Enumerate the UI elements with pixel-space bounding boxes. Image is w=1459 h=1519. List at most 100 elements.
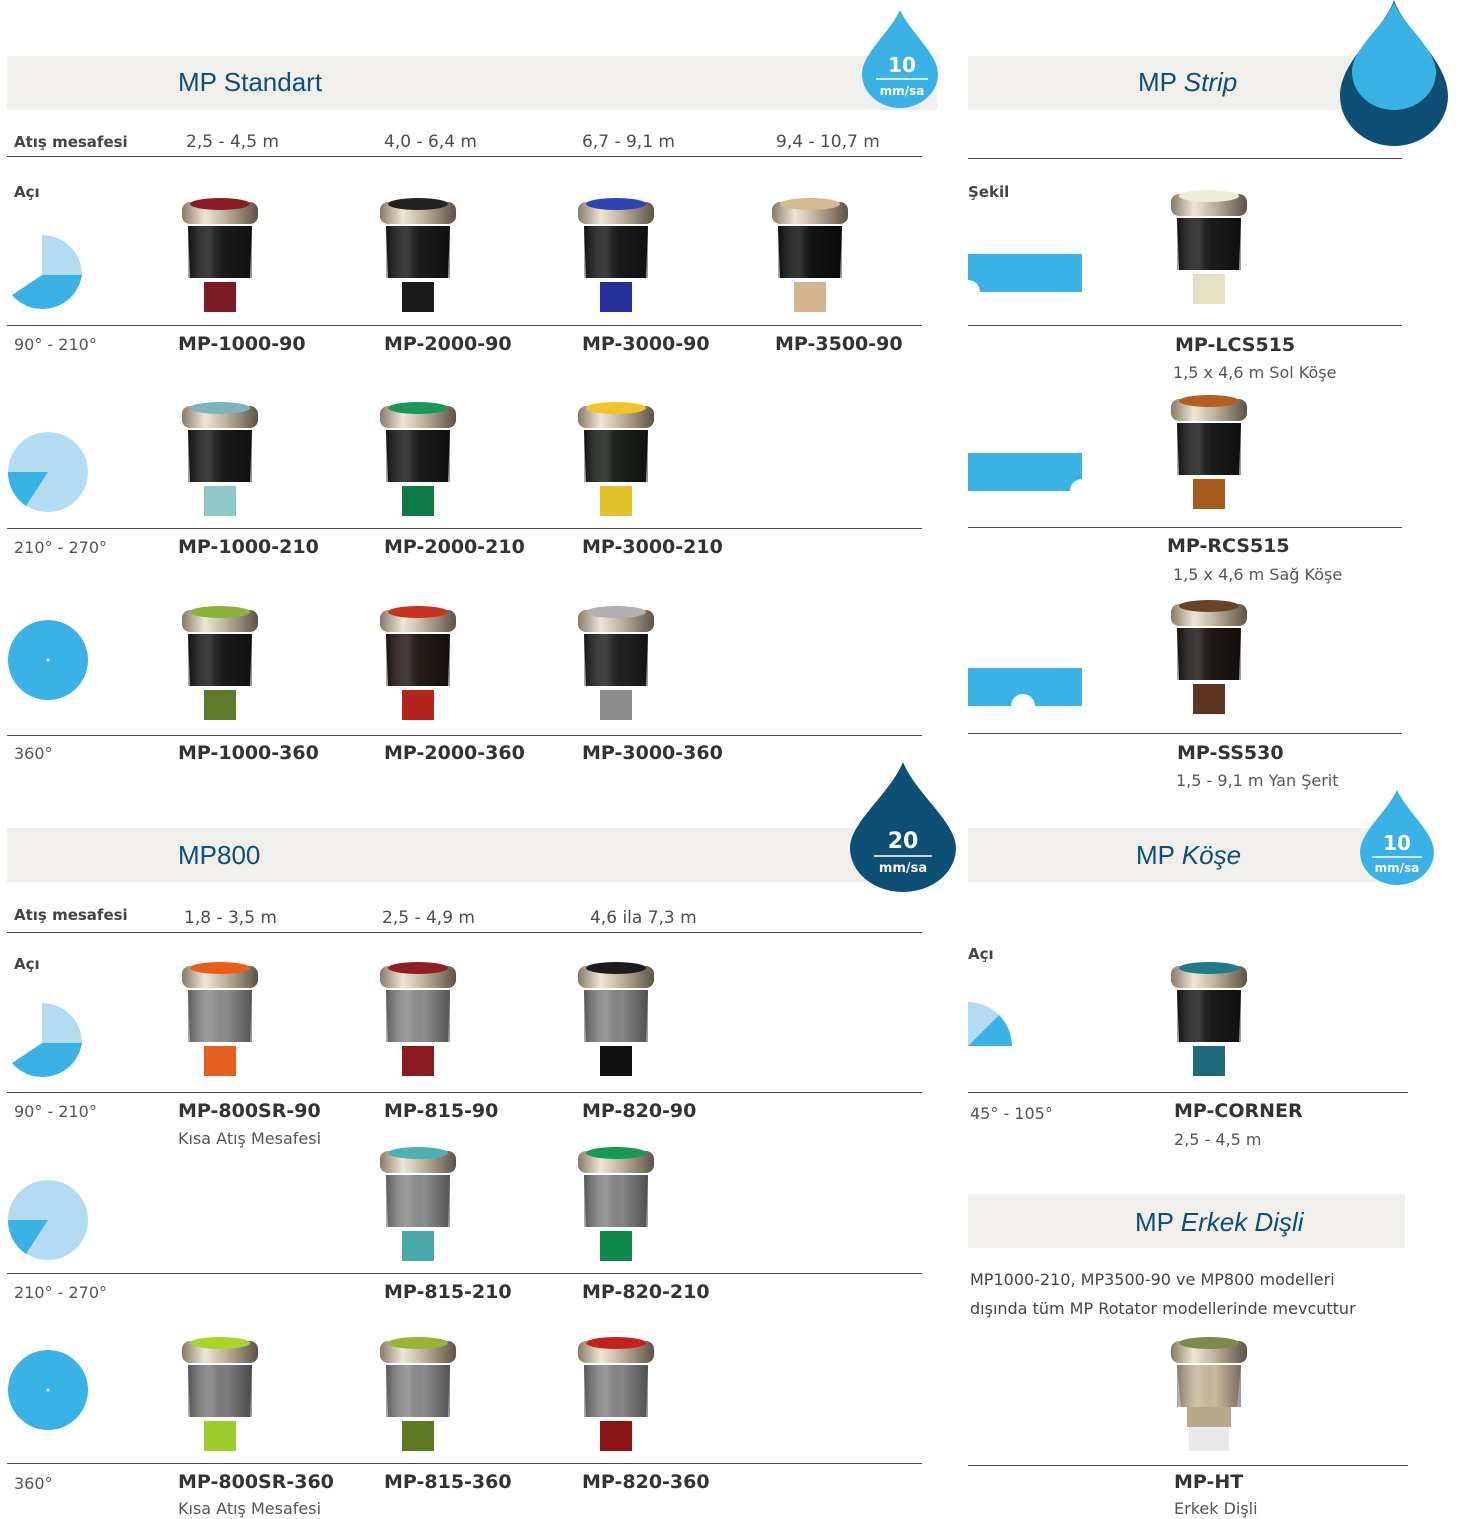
std-row1-angle: 90° - 210° — [14, 335, 97, 354]
model-mp-815-360: MP-815-360 — [384, 1471, 512, 1493]
male-desc-line1: MP1000-210, MP3500-90 ve MP800 modelleri — [970, 1270, 1335, 1289]
nozzle-mp-1000-360 — [182, 606, 258, 720]
mp800-range-label: Atış mesafesi — [14, 906, 128, 924]
model-mp-1000-90: MP-1000-90 — [178, 333, 306, 355]
mp800-rate-drop-icon: 20 mm/sa — [850, 762, 956, 892]
mp800-range-2: 2,5 - 4,9 m — [382, 908, 475, 928]
mp800-row2-divider — [7, 1273, 922, 1274]
male-title: MP Erkek Dişli — [1135, 1207, 1304, 1237]
mp-corner-sub: 2,5 - 4,5 m — [1174, 1130, 1262, 1149]
nozzle-mp-lcs515 — [1171, 190, 1247, 304]
mp800-range-3: 4,6 ila 7,3 m — [590, 908, 697, 928]
mp800-range-divider — [7, 932, 922, 933]
std-drop-unit: mm/sa — [880, 84, 925, 98]
mp-800sr-90-sub: Kısa Atış Mesafesi — [178, 1129, 322, 1148]
corner-rate-drop-icon: 10 mm/sa — [1360, 790, 1434, 885]
mp800-drop-value: 20 — [888, 829, 919, 854]
nozzle-mp-3000-360 — [578, 606, 654, 720]
nozzle-mp-800sr-360 — [182, 1337, 258, 1451]
std-angle-label: Açı — [14, 183, 40, 201]
model-mp-800sr-360: MP-800SR-360 — [178, 1471, 334, 1493]
mp-rcs515-sub: 1,5 x 4,6 m Sağ Köşe — [1173, 565, 1343, 584]
strip-rate-drop-icon — [1340, 0, 1448, 146]
model-mp-ss530: MP-SS530 — [1177, 742, 1284, 764]
corner-divider — [968, 1092, 1408, 1093]
model-mp-corner: MP-CORNER — [1174, 1100, 1303, 1122]
model-mp-1000-360: MP-1000-360 — [178, 742, 319, 764]
mp-lcs515-sub: 1,5 x 4,6 m Sol Köşe — [1173, 363, 1337, 382]
corner-drop-unit: mm/sa — [1375, 861, 1420, 875]
std-range-1: 2,5 - 4,5 m — [186, 132, 279, 152]
model-mp-820-360: MP-820-360 — [582, 1471, 710, 1493]
nozzle-mp-820-90 — [578, 962, 654, 1076]
nozzle-mp-820-210 — [578, 1147, 654, 1261]
model-mp-2000-90: MP-2000-90 — [384, 333, 512, 355]
model-mp-820-210: MP-820-210 — [582, 1281, 710, 1303]
nozzle-mp-rcs515 — [1171, 395, 1247, 509]
std-row3-divider — [7, 735, 922, 736]
std-title: MP Standart — [178, 67, 323, 97]
mp800-row2-angle: 210° - 270° — [14, 1283, 108, 1302]
mp800-row1-divider — [7, 1092, 922, 1093]
model-mp-lcs515: MP-LCS515 — [1175, 334, 1296, 356]
mp800-row1-angle: 90° - 210° — [14, 1102, 97, 1121]
strip-row2-divider — [968, 527, 1402, 528]
corner-drop-value: 10 — [1383, 831, 1411, 855]
male-desc-line2: dışında tüm MP Rotator modellerinde mevc… — [970, 1299, 1356, 1318]
model-mp-1000-210: MP-1000-210 — [178, 536, 319, 558]
model-mp-800sr-90: MP-800SR-90 — [178, 1100, 321, 1122]
model-mp-3000-360: MP-3000-360 — [582, 742, 723, 764]
mp800-title-bar — [7, 828, 937, 882]
std-drop-value: 10 — [888, 53, 916, 77]
strip-top-divider — [968, 158, 1402, 159]
angle-360-icon — [8, 620, 88, 700]
nozzle-mp-3500-90 — [772, 198, 848, 312]
angle-45-105-icon — [968, 1002, 1012, 1046]
nozzle-mp-1000-210 — [182, 402, 258, 516]
nozzle-mp-2000-210 — [380, 402, 456, 516]
nozzle-mp-3000-90 — [578, 198, 654, 312]
std-row3-angle: 360° — [14, 744, 53, 763]
mp800-drop-unit: mm/sa — [879, 861, 927, 876]
nozzle-mp-2000-360 — [380, 606, 456, 720]
strip-title: MP Strip — [1138, 67, 1238, 97]
nozzle-mp-800sr-90 — [182, 962, 258, 1076]
model-mp-ht: MP-HT — [1174, 1471, 1244, 1493]
std-row2-angle: 210° - 270° — [14, 538, 108, 557]
model-mp-rcs515: MP-RCS515 — [1167, 535, 1290, 557]
model-mp-2000-210: MP-2000-210 — [384, 536, 525, 558]
angle-90-210-icon — [12, 235, 82, 310]
male-divider — [968, 1465, 1408, 1466]
shape-right-corner-icon — [968, 453, 1082, 491]
nozzle-mp-815-360 — [380, 1337, 456, 1451]
std-row1-divider — [7, 325, 922, 326]
model-mp-2000-360: MP-2000-360 — [384, 742, 525, 764]
strip-shape-label: Şekil — [968, 183, 1010, 201]
nozzle-mp-2000-90 — [380, 198, 456, 312]
mp800-angle-label: Açı — [14, 955, 40, 973]
strip-row3-divider — [968, 733, 1402, 734]
angle-210-270-icon — [8, 432, 88, 512]
nozzle-mp-ss530 — [1171, 600, 1247, 714]
mp800-row3-divider — [7, 1463, 922, 1464]
nozzle-mp-corner — [1171, 962, 1247, 1076]
mp-ss530-sub: 1,5 - 9,1 m Yan Şerit — [1176, 771, 1339, 790]
std-row2-divider — [7, 528, 922, 529]
nozzle-mp-3000-210 — [578, 402, 654, 516]
std-range-3: 6,7 - 9,1 m — [582, 132, 675, 152]
std-range-2: 4,0 - 6,4 m — [384, 132, 477, 152]
nozzle-mp-815-210 — [380, 1147, 456, 1261]
std-range-4: 9,4 - 10,7 m — [776, 132, 880, 152]
shape-left-corner-icon — [968, 254, 1082, 292]
mp-ht-sub: Erkek Dişli — [1174, 1499, 1258, 1518]
mp800-range-1: 1,8 - 3,5 m — [184, 908, 277, 928]
mp800-title: MP800 — [178, 840, 261, 870]
mp800-row3-angle: 360° — [14, 1474, 53, 1493]
corner-angle-label: Açı — [968, 945, 994, 963]
corner-title: MP Köşe — [1136, 840, 1242, 870]
strip-row1-divider — [968, 325, 1402, 326]
std-range-label: Atış mesafesi — [14, 133, 128, 151]
mp-800sr-360-sub: Kısa Atış Mesafesi — [178, 1499, 322, 1518]
nozzle-mp-ht — [1171, 1337, 1247, 1451]
mp800-angle-360-icon — [8, 1350, 88, 1430]
